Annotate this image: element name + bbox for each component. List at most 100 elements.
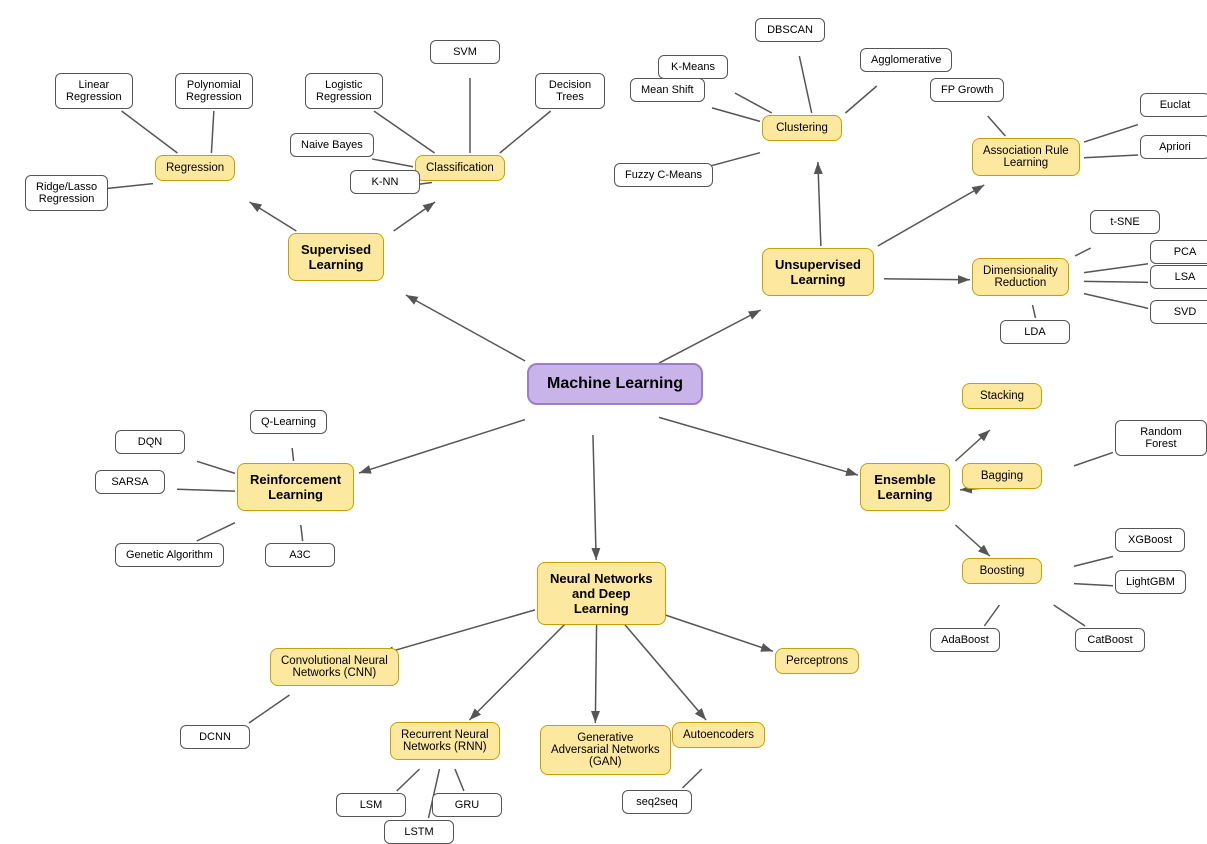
node-autoencoders: Autoencoders <box>672 722 765 748</box>
node-label-catboost: CatBoost <box>1075 628 1145 652</box>
node-bagging: Bagging <box>962 463 1042 489</box>
node-ensemble: Ensemble Learning <box>860 463 950 511</box>
node-label-dbscan: DBSCAN <box>755 18 825 42</box>
node-label-xgboost: XGBoost <box>1115 528 1185 552</box>
node-label-euclat: Euclat <box>1140 93 1207 117</box>
node-fuzzy: Fuzzy C-Means <box>614 163 713 187</box>
node-regression: Regression <box>155 155 235 181</box>
node-catboost: CatBoost <box>1075 628 1145 652</box>
node-naive_bayes: Naive Bayes <box>290 133 374 157</box>
node-label-rnn: Recurrent Neural Networks (RNN) <box>390 722 500 760</box>
node-label-decision_trees: Decision Trees <box>535 73 605 109</box>
node-label-boosting: Boosting <box>962 558 1042 584</box>
node-label-gru: GRU <box>432 793 502 817</box>
node-unsupervised: Unsupervised Learning <box>762 248 874 296</box>
node-gan: Generative Adversarial Networks (GAN) <box>540 725 671 775</box>
connections-svg <box>0 0 1207 842</box>
node-label-genetic: Genetic Algorithm <box>115 543 224 567</box>
node-label-q_learning: Q-Learning <box>250 410 327 434</box>
node-label-svm: SVM <box>430 40 500 64</box>
node-dbscan: DBSCAN <box>755 18 825 42</box>
node-label-autoencoders: Autoencoders <box>672 722 765 748</box>
node-pca: PCA <box>1150 240 1207 264</box>
node-lstm: LSTM <box>384 820 454 844</box>
node-label-apriori: Apriori <box>1140 135 1207 159</box>
node-label-machine_learning: Machine Learning <box>527 363 703 405</box>
node-reinforcement: Reinforcement Learning <box>237 463 354 511</box>
node-rnn: Recurrent Neural Networks (RNN) <box>390 722 500 760</box>
node-boosting: Boosting <box>962 558 1042 584</box>
node-ridge_reg: Ridge/Lasso Regression <box>25 175 108 211</box>
node-gru: GRU <box>432 793 502 817</box>
node-label-unsupervised: Unsupervised Learning <box>762 248 874 296</box>
node-dqn: DQN <box>115 430 185 454</box>
node-label-tsne: t-SNE <box>1090 210 1160 234</box>
node-label-lsm: LSM <box>336 793 406 817</box>
node-lda: LDA <box>1000 320 1070 344</box>
node-label-dimensionality: Dimensionality Reduction <box>972 258 1069 296</box>
node-k_means: K-Means <box>658 55 728 79</box>
node-decision_trees: Decision Trees <box>535 73 605 109</box>
node-label-random_forest: Random Forest <box>1115 420 1207 456</box>
node-label-agglomerative: Agglomerative <box>860 48 952 72</box>
node-neural: Neural Networks and Deep Learning <box>537 562 666 625</box>
node-mean_shift: Mean Shift <box>630 78 705 102</box>
node-label-adaboost: AdaBoost <box>930 628 1000 652</box>
node-random_forest: Random Forest <box>1115 420 1207 456</box>
node-label-poly_reg: Polynomial Regression <box>175 73 253 109</box>
node-cnn: Convolutional Neural Networks (CNN) <box>270 648 399 686</box>
node-label-linear_reg: Linear Regression <box>55 73 133 109</box>
node-label-naive_bayes: Naive Bayes <box>290 133 374 157</box>
node-knn: K-NN <box>350 170 420 194</box>
node-label-dqn: DQN <box>115 430 185 454</box>
node-label-sarsa: SARSA <box>95 470 165 494</box>
node-q_learning: Q-Learning <box>250 410 327 434</box>
node-label-ridge_reg: Ridge/Lasso Regression <box>25 175 108 211</box>
node-svm: SVM <box>430 40 500 64</box>
node-label-lightgbm: LightGBM <box>1115 570 1186 594</box>
node-perceptrons: Perceptrons <box>775 648 859 674</box>
node-tsne: t-SNE <box>1090 210 1160 234</box>
node-classification: Classification <box>415 155 505 181</box>
node-label-gan: Generative Adversarial Networks (GAN) <box>540 725 671 775</box>
node-label-seq2seq: seq2seq <box>622 790 692 814</box>
node-linear_reg: Linear Regression <box>55 73 133 109</box>
node-label-fuzzy: Fuzzy C-Means <box>614 163 713 187</box>
node-apriori: Apriori <box>1140 135 1207 159</box>
node-label-perceptrons: Perceptrons <box>775 648 859 674</box>
node-euclat: Euclat <box>1140 93 1207 117</box>
node-label-knn: K-NN <box>350 170 420 194</box>
node-label-clustering: Clustering <box>762 115 842 141</box>
node-label-k_means: K-Means <box>658 55 728 79</box>
node-label-neural: Neural Networks and Deep Learning <box>537 562 666 625</box>
node-label-classification: Classification <box>415 155 505 181</box>
node-label-a3c: A3C <box>265 543 335 567</box>
node-label-lsa: LSA <box>1150 265 1207 289</box>
node-label-stacking: Stacking <box>962 383 1042 409</box>
node-seq2seq: seq2seq <box>622 790 692 814</box>
node-agglomerative: Agglomerative <box>860 48 952 72</box>
node-label-mean_shift: Mean Shift <box>630 78 705 102</box>
node-adaboost: AdaBoost <box>930 628 1000 652</box>
node-label-lda: LDA <box>1000 320 1070 344</box>
node-poly_reg: Polynomial Regression <box>175 73 253 109</box>
node-label-svd: SVD <box>1150 300 1207 324</box>
node-label-association: Association Rule Learning <box>972 138 1080 176</box>
node-supervised: Supervised Learning <box>288 233 384 281</box>
node-lsa: LSA <box>1150 265 1207 289</box>
node-sarsa: SARSA <box>95 470 165 494</box>
node-svd: SVD <box>1150 300 1207 324</box>
node-lsm: LSM <box>336 793 406 817</box>
node-label-logistic: Logistic Regression <box>305 73 383 109</box>
node-lightgbm: LightGBM <box>1115 570 1186 594</box>
mindmap-canvas: Machine Learning Supervised Learning Unsup… <box>0 0 1207 842</box>
node-label-pca: PCA <box>1150 240 1207 264</box>
node-clustering: Clustering <box>762 115 842 141</box>
node-label-lstm: LSTM <box>384 820 454 844</box>
node-stacking: Stacking <box>962 383 1042 409</box>
node-logistic: Logistic Regression <box>305 73 383 109</box>
node-dcnn: DCNN <box>180 725 250 749</box>
node-label-regression: Regression <box>155 155 235 181</box>
node-association: Association Rule Learning <box>972 138 1080 176</box>
node-label-dcnn: DCNN <box>180 725 250 749</box>
